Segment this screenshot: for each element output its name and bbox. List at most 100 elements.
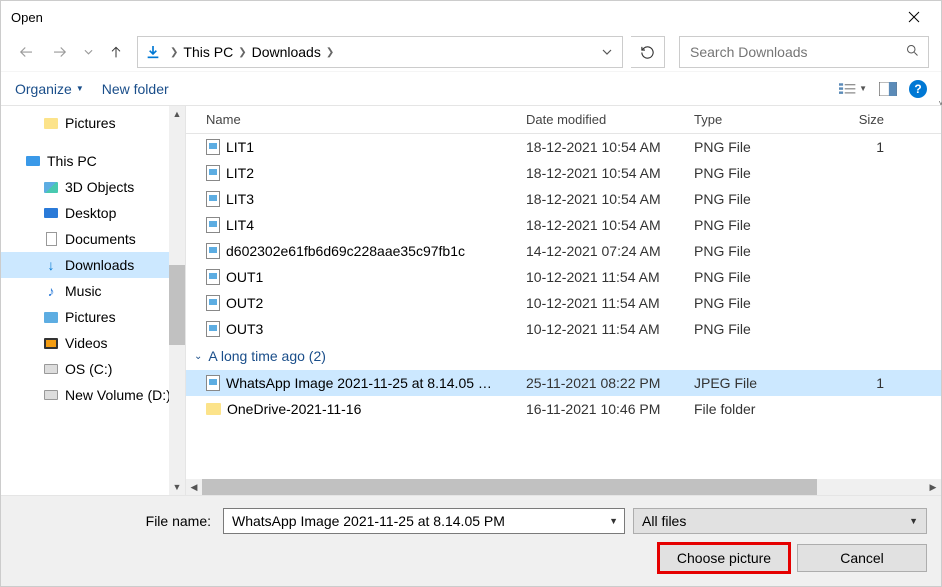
tree-videos[interactable]: Videos xyxy=(1,330,185,356)
file-row[interactable]: LIT218-12-2021 10:54 AMPNG File xyxy=(186,160,941,186)
chevron-down-icon: ▼ xyxy=(859,84,867,93)
file-list: LIT118-12-2021 10:54 AMPNG File1LIT218-1… xyxy=(186,134,941,479)
file-row[interactable]: LIT118-12-2021 10:54 AMPNG File1 xyxy=(186,134,941,160)
file-name: LIT1 xyxy=(226,139,254,155)
scroll-left-icon[interactable]: ◀ xyxy=(186,479,202,495)
bottom-panel: File name: ▼ All files ▼ Choose picture … xyxy=(1,495,941,586)
chevron-down-icon: ▼ xyxy=(76,84,84,93)
tree-pictures2[interactable]: Pictures xyxy=(1,304,185,330)
disk-icon xyxy=(43,361,59,377)
file-row[interactable]: LIT418-12-2021 10:54 AMPNG File xyxy=(186,212,941,238)
header-name[interactable]: Name xyxy=(206,112,526,127)
file-type: PNG File xyxy=(694,243,844,259)
tree-downloads[interactable]: ↓ Downloads xyxy=(1,252,185,278)
file-row[interactable]: WhatsApp Image 2021-11-25 at 8.14.05 …25… xyxy=(186,370,941,396)
file-type: PNG File xyxy=(694,191,844,207)
tree-thispc[interactable]: This PC xyxy=(1,148,185,174)
file-row[interactable]: OUT110-12-2021 11:54 AMPNG File xyxy=(186,264,941,290)
help-button[interactable]: ? xyxy=(909,80,927,98)
file-row[interactable]: d602302e61fb6d69c228aae35c97fb1c14-12-20… xyxy=(186,238,941,264)
file-type: PNG File xyxy=(694,217,844,233)
filename-combobox[interactable]: ▼ xyxy=(223,508,625,534)
file-name: OneDrive-2021-11-16 xyxy=(227,401,361,417)
filename-input[interactable] xyxy=(230,512,603,530)
crumb-thispc[interactable]: This PC xyxy=(180,42,236,62)
file-date: 10-12-2021 11:54 AM xyxy=(526,321,694,337)
refresh-button[interactable] xyxy=(631,36,665,68)
choose-picture-button[interactable]: Choose picture xyxy=(659,544,789,572)
file-name: LIT4 xyxy=(226,217,254,233)
chevron-right-icon: ❯ xyxy=(170,47,178,58)
filetype-filter[interactable]: All files ▼ xyxy=(633,508,927,534)
crumb-downloads[interactable]: Downloads xyxy=(249,42,324,62)
forward-button[interactable] xyxy=(47,39,73,65)
file-type: PNG File xyxy=(694,295,844,311)
image-file-icon xyxy=(206,295,220,311)
address-dropdown-icon[interactable] xyxy=(596,49,618,55)
file-date: 10-12-2021 11:54 AM xyxy=(526,295,694,311)
tree-pictures[interactable]: Pictures xyxy=(1,110,185,136)
nav-bar: ❯ This PC ❯ Downloads ❯ xyxy=(1,33,941,71)
up-button[interactable] xyxy=(103,39,129,65)
tree-desktop[interactable]: Desktop xyxy=(1,200,185,226)
tree-osc[interactable]: OS (C:) xyxy=(1,356,185,382)
header-type[interactable]: Type xyxy=(694,112,844,127)
file-size: 1 xyxy=(844,139,884,155)
search-input[interactable] xyxy=(688,43,905,61)
cancel-button[interactable]: Cancel xyxy=(797,544,927,572)
file-row[interactable]: LIT318-12-2021 10:54 AMPNG File xyxy=(186,186,941,212)
scroll-up-icon[interactable]: ▲ xyxy=(169,106,185,122)
chevron-down-icon[interactable]: ▼ xyxy=(603,516,618,526)
header-date[interactable]: ˅ Date modified xyxy=(526,112,694,127)
image-file-icon xyxy=(206,243,220,259)
recent-dropdown-icon[interactable] xyxy=(81,39,95,65)
tree-music[interactable]: ♪ Music xyxy=(1,278,185,304)
scroll-right-icon[interactable]: ▶ xyxy=(925,479,941,495)
title-bar: Open xyxy=(1,1,941,33)
pictures-icon xyxy=(43,309,59,325)
file-date: 25-11-2021 08:22 PM xyxy=(526,375,694,391)
file-list-pane: Name ˅ Date modified Type Size LIT1 18-12… xyxy=(186,106,941,495)
image-file-icon xyxy=(206,139,220,155)
horizontal-scrollbar[interactable]: ◀ ▶ xyxy=(186,479,941,495)
nav-tree: Pictures This PC 3D Objects Desktop Docu… xyxy=(1,106,186,495)
tree-3dobjects[interactable]: 3D Objects xyxy=(1,174,185,200)
file-type: PNG File xyxy=(694,269,844,285)
search-icon[interactable] xyxy=(905,43,920,61)
new-folder-button[interactable]: New folder xyxy=(102,81,169,97)
chevron-right-icon: ❯ xyxy=(326,47,334,58)
back-button[interactable] xyxy=(13,39,39,65)
group-header[interactable]: ⌄A long time ago (2) xyxy=(186,342,941,370)
image-file-icon xyxy=(206,165,220,181)
header-size[interactable]: Size xyxy=(844,112,884,127)
scroll-thumb[interactable] xyxy=(169,265,185,345)
close-button[interactable] xyxy=(893,3,935,31)
download-icon: ↓ xyxy=(43,257,59,273)
organize-menu[interactable]: Organize ▼ xyxy=(15,81,84,97)
disk-icon xyxy=(43,387,59,403)
tree-documents[interactable]: Documents xyxy=(1,226,185,252)
address-bar[interactable]: ❯ This PC ❯ Downloads ❯ xyxy=(137,36,623,68)
file-row[interactable]: OUT310-12-2021 11:54 AMPNG File xyxy=(186,316,941,342)
file-size: 1 xyxy=(844,375,884,391)
view-mode-button[interactable]: ▼ xyxy=(839,82,867,96)
folder-icon xyxy=(43,115,59,131)
scroll-down-icon[interactable]: ▼ xyxy=(169,479,185,495)
file-row[interactable]: OUT210-12-2021 11:54 AMPNG File xyxy=(186,290,941,316)
file-type: PNG File xyxy=(694,165,844,181)
newfolder-label: New folder xyxy=(102,81,169,97)
chevron-down-icon: ▼ xyxy=(909,516,918,526)
file-type: JPEG File xyxy=(694,375,844,391)
image-file-icon xyxy=(206,191,220,207)
file-name: OUT3 xyxy=(226,321,263,337)
scroll-thumb[interactable] xyxy=(202,479,817,495)
file-date: 18-12-2021 10:54 AM xyxy=(526,139,694,155)
tree-newvolume[interactable]: New Volume (D:) xyxy=(1,382,185,408)
file-name: LIT3 xyxy=(226,191,254,207)
search-box[interactable] xyxy=(679,36,929,68)
file-row[interactable]: OneDrive-2021-11-1616-11-2021 10:46 PMFi… xyxy=(186,396,941,422)
preview-pane-button[interactable] xyxy=(879,82,897,96)
objects-icon xyxy=(43,179,59,195)
tree-scrollbar[interactable]: ▲ ▼ xyxy=(169,106,185,495)
sort-indicator-icon: ˅ xyxy=(564,99,942,108)
